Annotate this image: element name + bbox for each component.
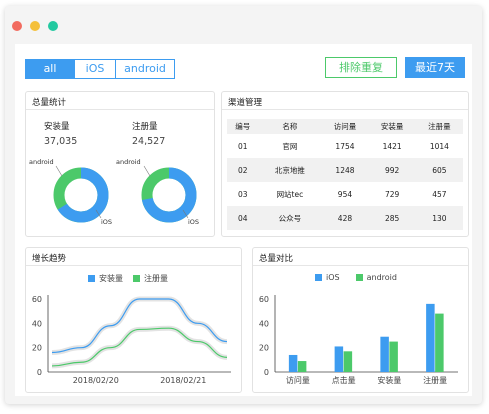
app-window: all iOS android 排除重复 最近7天 总量统计 安装量 37,03…: [5, 6, 482, 404]
trend-ytick: 60: [32, 295, 42, 304]
table-row[interactable]: 01 官网 1754 1421 1014: [227, 134, 463, 158]
donut1-ios-label: iOS: [101, 218, 113, 226]
last-7-days-button[interactable]: 最近7天: [405, 57, 465, 78]
channels-panel: 渠道管理 编号 名称 访问量 安装量 注册量 01 官网 1754 1421 1014 …: [221, 91, 469, 237]
table-row[interactable]: 04 公众号 428 285 130: [227, 206, 463, 230]
compare-xtick: 访问量: [286, 375, 310, 385]
donut2-android-label: android: [116, 158, 141, 166]
bar-android: [297, 361, 307, 372]
compare-ytick: 60: [259, 295, 269, 304]
donut2-ios-label: iOS: [188, 218, 200, 226]
table-row[interactable]: 03 网站tec 954 729 457: [227, 182, 463, 206]
bar-android: [389, 341, 398, 372]
col-installs: 安装量: [368, 119, 416, 134]
compare-ytick: 0: [264, 368, 269, 377]
bar-ios: [380, 336, 389, 372]
compare-xtick: 注册量: [423, 375, 447, 385]
platform-filter: all iOS android: [25, 59, 175, 79]
trend-ytick: 20: [32, 344, 42, 353]
compare-xtick: 安装量: [377, 375, 401, 385]
compare-bar-chart: 0 20 40 60 访问量 点击量 安装量 注册量: [259, 295, 458, 385]
dedupe-button[interactable]: 排除重复: [325, 57, 397, 78]
close-window-dot[interactable]: [12, 21, 22, 31]
stats-panel: 总量统计 安装量 37,035 注册量 24,527 android iOS a…: [25, 91, 215, 237]
compare-xtick: 点击量: [332, 375, 356, 385]
filter-tab-ios[interactable]: iOS: [74, 60, 115, 78]
bar-ios: [288, 354, 298, 372]
channels-table: 编号 名称 访问量 安装量 注册量 01 官网 1754 1421 1014 02 北京地…: [227, 119, 463, 230]
table-row[interactable]: 02 北京地推 1248 992 605: [227, 158, 463, 182]
bar-ios: [426, 303, 435, 372]
title-bar: [5, 6, 482, 44]
dashboard: all iOS android 排除重复 最近7天 总量统计 安装量 37,03…: [15, 44, 472, 396]
col-visits: 访问量: [321, 119, 369, 134]
col-registers: 注册量: [415, 119, 463, 134]
compare-panel: 总量对比 iOS android 0 20 40 60 访问量 点击量 安装量 注册量: [252, 247, 469, 393]
minimize-window-dot[interactable]: [30, 21, 40, 31]
compare-ytick: 40: [259, 319, 269, 328]
col-id: 编号: [227, 119, 259, 134]
bar-ios: [334, 346, 344, 372]
bar-android: [435, 313, 444, 372]
filter-tab-android[interactable]: android: [115, 60, 174, 78]
bar-android: [343, 351, 353, 372]
trend-ytick: 40: [32, 319, 42, 328]
donut1-android-label: android: [29, 158, 54, 166]
trend-line-chart: 0 20 40 60 2018/02/20 2018/02/21: [32, 295, 231, 385]
filter-tab-all[interactable]: all: [26, 60, 74, 78]
channels-title: 渠道管理: [228, 98, 263, 108]
col-name: 名称: [258, 119, 322, 134]
trend-xtick: 2018/02/20: [73, 376, 119, 385]
maximize-window-dot[interactable]: [48, 21, 58, 31]
trend-panel: 增长趋势 安装量 注册量 0 20 40 60 2018/02/20 2018/02/21: [25, 247, 242, 393]
compare-ytick: 20: [259, 344, 269, 353]
trend-ytick: 0: [37, 368, 42, 377]
trend-xtick: 2018/02/21: [160, 376, 206, 385]
trend-shadow-0: [51, 296, 228, 356]
